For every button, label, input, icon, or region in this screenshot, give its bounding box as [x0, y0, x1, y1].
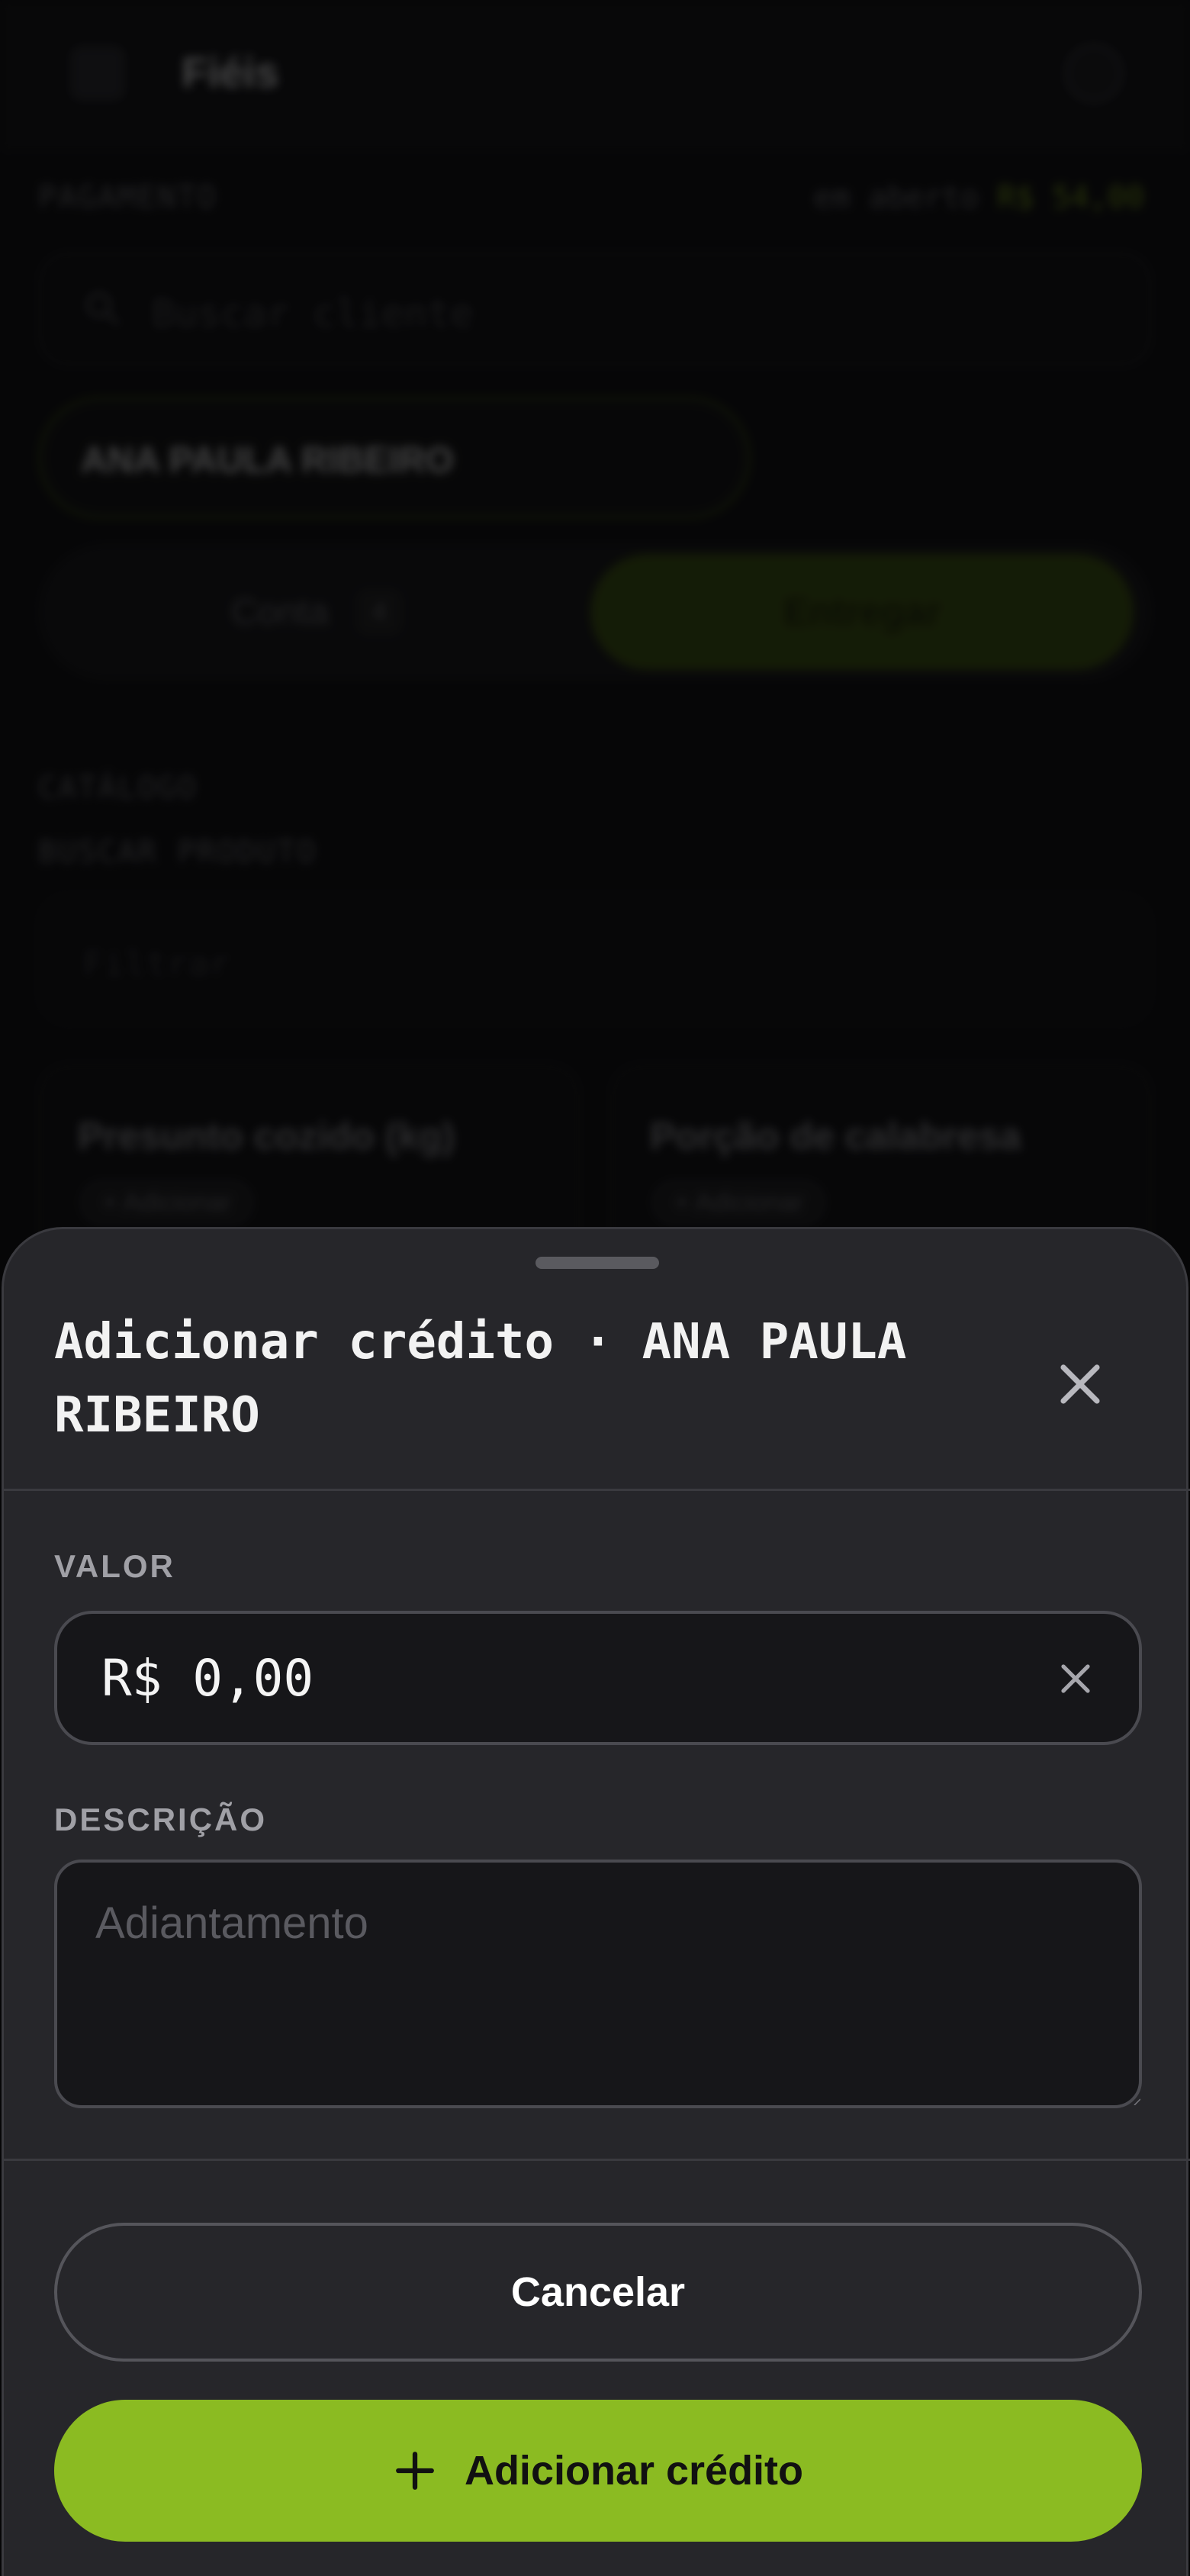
plus-icon — [396, 2452, 434, 2490]
description-input[interactable] — [54, 1860, 1142, 2108]
header-divider — [4, 1489, 1190, 1491]
add-credit-button[interactable]: Adicionar crédito — [54, 2400, 1142, 2542]
sheet-grabber[interactable] — [536, 1257, 659, 1269]
add-credit-sheet: Adicionar crédito · ANA PAULA RIBEIRO VA… — [2, 1227, 1190, 2576]
close-button[interactable] — [1047, 1351, 1113, 1417]
add-credit-label: Adicionar crédito — [464, 2448, 804, 2494]
close-icon — [1060, 1364, 1100, 1404]
value-label: VALOR — [54, 1548, 175, 1584]
description-label: DESCRIÇÃO — [54, 1802, 268, 1837]
clear-icon — [1061, 1664, 1090, 1693]
footer-divider — [4, 2159, 1190, 2161]
amount-input[interactable]: R$ 0,00 — [54, 1611, 1142, 1745]
clear-amount-button[interactable] — [1047, 1650, 1104, 1707]
resize-handle-icon[interactable] — [1133, 2098, 1140, 2105]
sheet-title: Adicionar crédito · ANA PAULA RIBEIRO — [54, 1314, 907, 1444]
cancel-button[interactable]: Cancelar — [54, 2223, 1142, 2362]
amount-value: R$ 0,00 — [101, 1649, 314, 1708]
